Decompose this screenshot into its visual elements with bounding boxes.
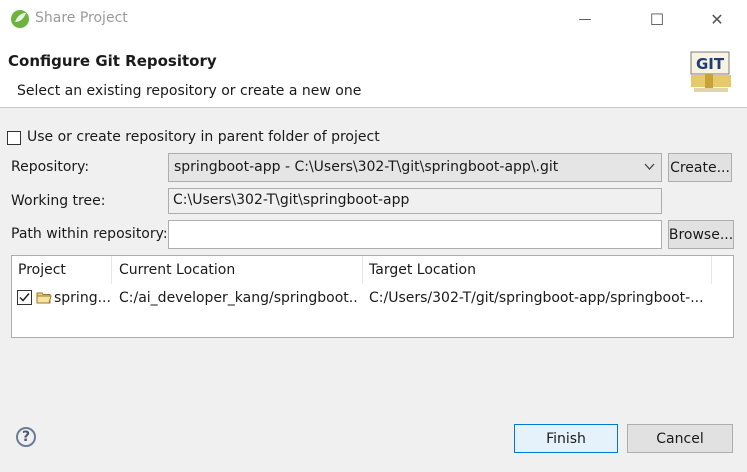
use-parent-folder-checkbox[interactable]	[7, 131, 21, 145]
target-location-cell: C:/Users/302-T/git/springboot-app/spring…	[369, 290, 704, 306]
browse-button[interactable]: Browse...	[668, 220, 734, 249]
cancel-button[interactable]: Cancel	[627, 424, 733, 453]
chevron-down-icon	[644, 163, 655, 170]
working-tree-field: C:\Users\302-T\git\springboot-app	[168, 188, 662, 214]
column-header-project[interactable]: Project	[12, 256, 112, 284]
finish-button[interactable]: Finish	[514, 424, 618, 453]
repository-label: Repository:	[11, 159, 90, 175]
project-name-cell: spring...	[54, 290, 110, 306]
repository-select-value: springboot-app - C:\Users\302-T\git\spri…	[174, 159, 559, 175]
current-location-cell: C:/ai_developer_kang/springboot...	[119, 290, 359, 306]
minimize-button[interactable]: —	[562, 0, 608, 38]
column-header-current-location[interactable]: Current Location	[113, 256, 363, 284]
column-header-target-location[interactable]: Target Location	[363, 256, 712, 284]
checkmark-icon	[19, 293, 30, 302]
close-icon: ✕	[710, 9, 724, 29]
close-button[interactable]: ✕	[694, 0, 740, 38]
maximize-button[interactable]: ☐	[634, 0, 680, 38]
page-description: Select an existing repository or create …	[17, 83, 362, 99]
working-tree-value: C:\Users\302-T\git\springboot-app	[173, 192, 410, 208]
svg-text:GIT: GIT	[696, 55, 725, 73]
create-repository-button[interactable]: Create...	[668, 153, 732, 182]
window-title: Share Project	[35, 10, 128, 26]
help-icon[interactable]: ?	[16, 427, 36, 447]
header-divider	[0, 107, 747, 108]
git-logo-icon: GIT	[690, 51, 731, 92]
project-row-checkbox[interactable]	[17, 290, 32, 305]
path-within-repository-input[interactable]	[168, 220, 662, 249]
projects-table: Project Current Location Target Location…	[11, 255, 734, 338]
project-folder-icon	[36, 292, 52, 304]
repository-select[interactable]: springboot-app - C:\Users\302-T\git\spri…	[168, 153, 662, 182]
maximize-icon: ☐	[649, 9, 665, 29]
eclipse-app-icon	[11, 10, 29, 28]
table-row[interactable]: spring... C:/ai_developer_kang/springboo…	[12, 286, 733, 310]
path-within-repository-label: Path within repository:	[11, 226, 168, 242]
use-parent-folder-label: Use or create repository in parent folde…	[27, 129, 380, 145]
minimize-icon: —	[578, 11, 592, 27]
page-title: Configure Git Repository	[8, 52, 217, 70]
working-tree-label: Working tree:	[11, 193, 106, 209]
